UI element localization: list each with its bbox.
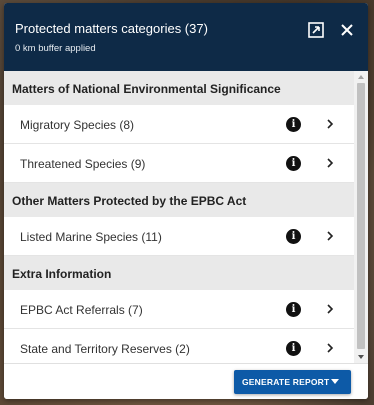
panel-footer: GENERATE REPORT [4,363,368,399]
section-title: Other Matters Protected by the EPBC Act [12,194,247,208]
scroll-up-arrow[interactable] [358,75,364,79]
chevron-right-icon[interactable] [325,303,335,315]
row-label: Migratory Species (8) [20,118,135,132]
info-icon[interactable]: i [286,341,301,356]
row-label: Threatened Species (9) [20,157,146,171]
scroll-down-arrow[interactable] [358,355,364,359]
category-row-listed-marine-species[interactable]: Listed Marine Species (11) i [4,217,354,256]
buffer-subtitle: 0 km buffer applied [15,43,96,54]
scroll-thumb[interactable] [357,83,365,349]
category-row-threatened-species[interactable]: Threatened Species (9) i [4,144,354,183]
generate-report-label: GENERATE REPORT [242,377,330,387]
categories-list: Matters of National Environmental Signif… [4,71,368,363]
row-label: State and Territory Reserves (2) [20,342,190,356]
section-header-national: Matters of National Environmental Signif… [4,71,354,105]
info-icon[interactable]: i [286,229,301,244]
section-title: Extra Information [12,267,112,281]
section-header-extra-information: Extra Information [4,256,354,290]
close-icon[interactable] [336,19,358,41]
section-title: Matters of National Environmental Signif… [12,82,281,96]
generate-report-button[interactable]: GENERATE REPORT [234,370,351,394]
chevron-right-icon[interactable] [325,342,335,354]
section-header-other-matters: Other Matters Protected by the EPBC Act [4,183,354,217]
panel-header: Protected matters categories (37) 0 km b… [4,3,368,71]
category-row-epbc-act-referrals[interactable]: EPBC Act Referrals (7) i [4,290,354,329]
chevron-right-icon[interactable] [325,157,335,169]
caret-down-icon[interactable] [331,379,339,384]
collapse-icon[interactable] [305,19,327,41]
info-icon[interactable]: i [286,117,301,132]
row-label: EPBC Act Referrals (7) [20,303,143,317]
category-row-migratory-species[interactable]: Migratory Species (8) i [4,105,354,144]
chevron-right-icon[interactable] [325,230,335,242]
info-icon[interactable]: i [286,156,301,171]
protected-matters-panel: Protected matters categories (37) 0 km b… [4,3,368,399]
category-row-state-territory-reserves[interactable]: State and Territory Reserves (2) i [4,329,354,363]
panel-title: Protected matters categories (37) [15,21,208,36]
info-icon[interactable]: i [286,302,301,317]
chevron-right-icon[interactable] [325,118,335,130]
row-label: Listed Marine Species (11) [20,230,162,244]
vertical-scrollbar[interactable] [354,71,368,363]
